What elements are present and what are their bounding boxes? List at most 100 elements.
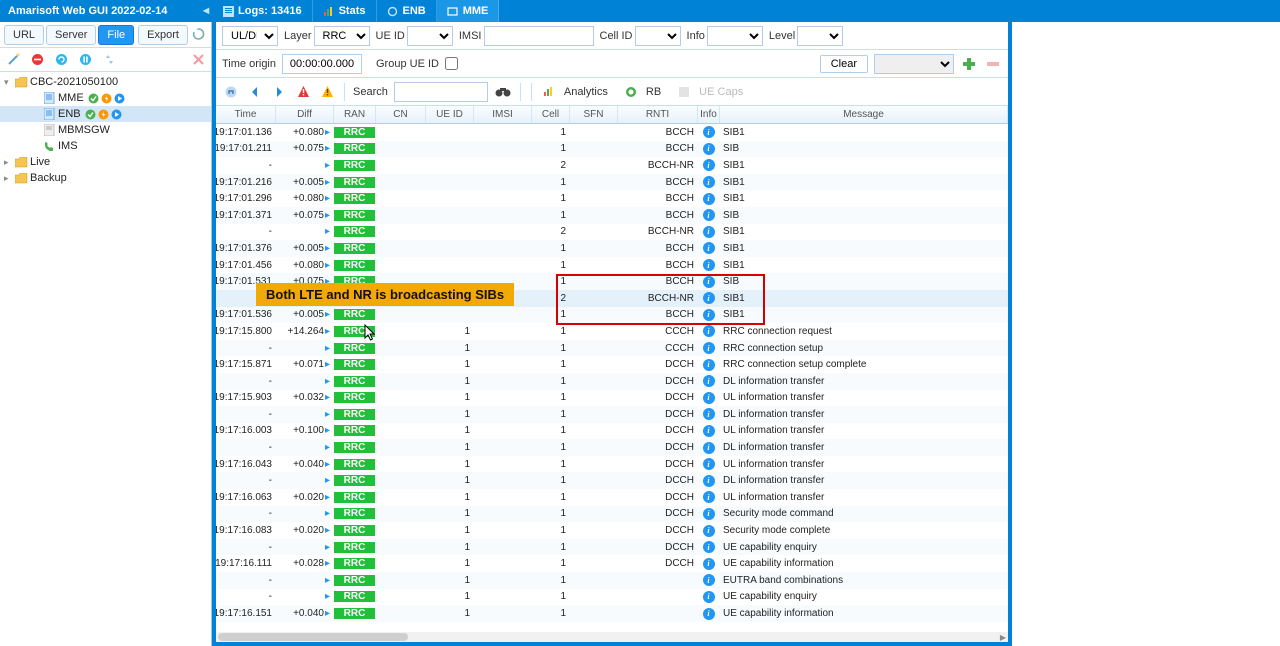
tab-stats[interactable]: Stats xyxy=(313,0,377,22)
nav-home-icon[interactable] xyxy=(222,83,240,101)
table-row[interactable]: -▸RRC11DCCHiDL information transfer xyxy=(216,373,1008,390)
preset-select[interactable] xyxy=(874,54,954,74)
tree-item[interactable]: ▸Live xyxy=(0,154,211,170)
table-row[interactable]: 19:17:01.531+0.075▸RRC1BCCHiSIB xyxy=(216,273,1008,290)
table-row[interactable]: 19:17:16.151+0.040▸RRC11iUE capability i… xyxy=(216,605,1008,622)
nav-back-icon[interactable] xyxy=(246,83,264,101)
mme-icon xyxy=(447,5,459,17)
table-row[interactable]: 19:17:16.083+0.020▸RRC11DCCHiSecurity mo… xyxy=(216,522,1008,539)
log-panel: UL/DL LayerRRC UE ID IMSI Cell ID Info L… xyxy=(212,22,1012,646)
col-msg[interactable]: Message xyxy=(720,106,1008,123)
alert-icon[interactable] xyxy=(318,83,336,101)
table-row[interactable]: 19:17:15.871+0.071▸RRC11DCCHiRRC connect… xyxy=(216,356,1008,373)
col-time[interactable]: Time xyxy=(216,106,276,123)
scroll-thumb[interactable] xyxy=(218,633,408,641)
warning-icon[interactable] xyxy=(294,83,312,101)
col-ran[interactable]: RAN xyxy=(334,106,376,123)
table-row[interactable]: 19:17:01.296+0.080▸RRC1BCCHiSIB1 xyxy=(216,190,1008,207)
table-row[interactable]: -▸RRC11DCCHiDL information transfer xyxy=(216,406,1008,423)
level-combo[interactable]: Level xyxy=(769,26,843,46)
table-row[interactable]: 19:17:16.111+0.028▸RRC11DCCHiUE capabili… xyxy=(216,555,1008,572)
cellid-combo[interactable]: Cell ID xyxy=(600,26,681,46)
table-row[interactable]: 19:17:15.903+0.032▸RRC11DCCHiUL informat… xyxy=(216,390,1008,407)
info-combo[interactable]: Info xyxy=(687,26,763,46)
tree-item[interactable]: IMS xyxy=(0,138,211,154)
col-imsi[interactable]: IMSI xyxy=(474,106,532,123)
tree-item[interactable]: MBMSGW xyxy=(0,122,211,138)
table-row[interactable]: 19:17:01.371+0.075▸RRC1BCCHiSIB xyxy=(216,207,1008,224)
nav-fwd-icon[interactable] xyxy=(270,83,288,101)
tree-item[interactable]: ▾CBC-2021050100 xyxy=(0,74,211,90)
table-row[interactable]: -▸RRC11DCCHiDL information transfer xyxy=(216,439,1008,456)
col-ueid[interactable]: UE ID xyxy=(426,106,474,123)
col-cn[interactable]: CN xyxy=(376,106,426,123)
table-row[interactable]: -▸RRC11DCCHiDL information transfer xyxy=(216,472,1008,489)
pause-icon[interactable] xyxy=(76,51,94,69)
sidebar: URL Server File Export ▾CBC-2021050100MM… xyxy=(0,22,212,646)
table-row[interactable]: 19:17:01.536+0.005▸RRC1BCCHiSIB1 xyxy=(216,307,1008,324)
table-row[interactable]: 19:17:01.456+0.080▸RRC1BCCHiSIB1 xyxy=(216,257,1008,274)
ueid-combo[interactable]: UE ID xyxy=(376,26,453,46)
tab-logs[interactable]: Logs: 13416 xyxy=(212,0,313,22)
tree-item[interactable]: ENB xyxy=(0,106,211,122)
source-url-button[interactable]: URL xyxy=(4,25,44,45)
export-button[interactable]: Export xyxy=(138,25,188,45)
horizontal-scrollbar[interactable]: ▶ xyxy=(216,632,1008,642)
table-row[interactable]: -▸RRC11CCCHiRRC connection setup xyxy=(216,340,1008,357)
col-rnti[interactable]: RNTI xyxy=(618,106,698,123)
table-row[interactable]: -▸RRC11iEUTRA band combinations xyxy=(216,572,1008,589)
group-ueid-checkbox[interactable] xyxy=(445,57,458,70)
scroll-right-icon[interactable]: ▶ xyxy=(998,633,1008,642)
uecaps-label: UE Caps xyxy=(699,86,743,98)
table-row[interactable]: -▸RRC11DCCHiSecurity mode command xyxy=(216,506,1008,523)
table-row[interactable]: -▸RRC2BCCH-NRiSIB1 xyxy=(216,224,1008,241)
table-row[interactable]: 19:17:01.211+0.075▸RRC1BCCHiSIB xyxy=(216,141,1008,158)
table-body[interactable]: 19:17:01.136+0.080▸RRC1BCCHiSIB119:17:01… xyxy=(216,124,1008,622)
sidebar-collapse-icon[interactable]: ◄ xyxy=(200,5,212,17)
close-icon[interactable] xyxy=(189,51,207,69)
refresh-icon[interactable] xyxy=(190,26,207,44)
table-row[interactable]: 19:17:15.800+14.264▸RRC11CCCHiRRC connec… xyxy=(216,323,1008,340)
col-diff[interactable]: Diff xyxy=(276,106,334,123)
add-filter-icon[interactable] xyxy=(960,55,978,73)
table-row[interactable]: 19:17:01.216+0.005▸RRC1BCCHiSIB1 xyxy=(216,174,1008,191)
reload-blue-icon[interactable] xyxy=(52,51,70,69)
table-row[interactable]: 19:17:16.063+0.020▸RRC11DCCHiUL informat… xyxy=(216,489,1008,506)
col-sfn[interactable]: SFN xyxy=(570,106,618,123)
info-icon: i xyxy=(703,126,715,138)
cellid-label: Cell ID xyxy=(600,30,633,42)
table-row[interactable]: -▸RRC11DCCHiUE capability enquiry xyxy=(216,539,1008,556)
imsi-combo[interactable]: IMSI xyxy=(459,26,594,46)
tab-enb[interactable]: ENB xyxy=(377,0,437,22)
time-origin-input[interactable] xyxy=(282,54,362,74)
uldl-combo[interactable]: UL/DL xyxy=(222,26,278,46)
table-row[interactable]: 19:17:01.376+0.005▸RRC1BCCHiSIB1 xyxy=(216,240,1008,257)
play-badge-icon xyxy=(111,109,122,120)
table-row[interactable]: -▸RRC2BCCH-NRiSIB1 xyxy=(216,157,1008,174)
tree-item[interactable]: MME xyxy=(0,90,211,106)
analytics-label[interactable]: Analytics xyxy=(564,86,608,98)
binoculars-icon[interactable] xyxy=(494,83,512,101)
stop-icon[interactable] xyxy=(28,51,46,69)
table-row[interactable]: 19:17:16.003+0.100▸RRC11DCCHiUL informat… xyxy=(216,423,1008,440)
col-cell[interactable]: Cell xyxy=(532,106,570,123)
source-server-button[interactable]: Server xyxy=(46,25,96,45)
separator xyxy=(344,83,345,101)
table-row[interactable]: 19:17:01.136+0.080▸RRC1BCCHiSIB1 xyxy=(216,124,1008,141)
source-file-button[interactable]: File xyxy=(98,25,134,45)
wand-icon[interactable] xyxy=(4,51,22,69)
tree-item[interactable]: ▸Backup xyxy=(0,170,211,186)
sync-icon[interactable] xyxy=(100,51,118,69)
table-row[interactable]: -▸RRC2BCCH-NRiSIB1 xyxy=(216,290,1008,307)
remove-filter-icon[interactable] xyxy=(984,55,1002,73)
time-origin-label: Time origin xyxy=(222,58,276,70)
clear-button[interactable]: Clear xyxy=(820,55,868,73)
table-row[interactable]: 19:17:16.043+0.040▸RRC11DCCHiUL informat… xyxy=(216,456,1008,473)
rb-label[interactable]: RB xyxy=(646,86,661,98)
search-input[interactable] xyxy=(394,82,488,102)
layer-combo[interactable]: LayerRRC xyxy=(284,26,370,46)
col-info[interactable]: Info xyxy=(698,106,720,123)
table-row[interactable]: -▸RRC11iUE capability enquiry xyxy=(216,589,1008,606)
tab-mme[interactable]: MME xyxy=(437,0,500,22)
doc-icon xyxy=(42,107,56,121)
